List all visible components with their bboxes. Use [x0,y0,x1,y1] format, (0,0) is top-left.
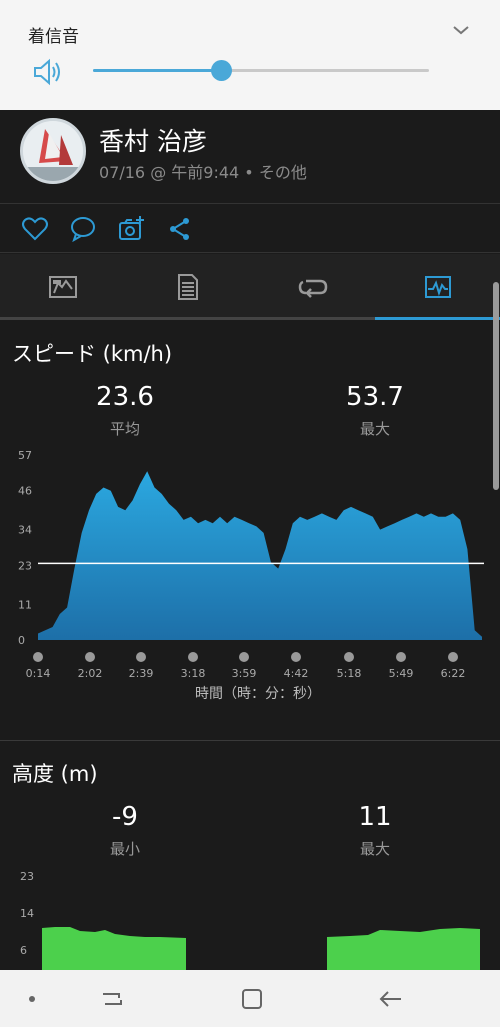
speed-x-tick-dot [448,652,458,662]
chevron-down-icon[interactable] [452,24,470,36]
altitude-min-label: 最小 [109,840,140,858]
tab-charts[interactable] [375,254,500,320]
details-icon [177,274,198,300]
altitude-area-1 [42,927,186,970]
speed-x-tick-label: 0:14 [26,667,51,680]
speed-x-tick-label: 2:39 [129,667,154,680]
chart-icon [424,276,451,298]
avatar[interactable] [20,118,86,184]
speed-x-tick-label: 5:18 [337,667,362,680]
chart-content[interactable]: スピード (km/h) 23.6 平均 53.7 最大 57 46 34 23 11 0 0… [0,320,500,970]
heart-icon[interactable] [21,215,49,243]
speed-chart[interactable]: 57 46 34 23 11 0 0:14 2:02 2:39 3:18 3:59 4:42 5:18 5… [0,445,500,705]
altitude-y-tick: 14 [20,907,34,920]
speed-x-axis-title: 時間（時：分：秒） [195,686,321,702]
speed-x-tick-dot [239,652,249,662]
section-divider [0,740,500,741]
speed-x-tick-label: 3:59 [232,667,257,680]
speed-y-tick: 57 [18,449,32,462]
speed-avg-value: 23.6 [96,382,154,412]
tab-bar [0,254,500,320]
windsurf-avatar-icon [23,121,83,181]
scrollbar[interactable] [493,282,499,490]
speed-x-tick-label: 6:22 [441,667,466,680]
recent-apps-icon[interactable] [97,984,127,1014]
speed-x-tick-dot [85,652,95,662]
speed-x-tick-dot [344,652,354,662]
user-name[interactable]: 香村 治彦 [99,122,207,158]
volume-fill [93,69,221,72]
speed-y-tick: 11 [18,598,32,611]
summary-icon [48,276,77,298]
volume-panel: 着信音 [0,0,500,110]
volume-title: 着信音 [28,27,79,47]
speed-x-tick-label: 5:49 [389,667,414,680]
activity-meta: 07/16 @ 午前9:44 • その他 [99,163,307,182]
speed-x-tick-dot [33,652,43,662]
tab-laps[interactable] [250,254,375,320]
speed-x-tick-label: 2:02 [78,667,103,680]
home-icon[interactable] [237,984,267,1014]
tab-summary[interactable] [0,254,125,320]
altitude-area-2 [327,928,480,970]
speed-x-tick-dot [291,652,301,662]
speed-x-tick-label: 4:42 [284,667,309,680]
speed-avg-label: 平均 [109,420,140,438]
altitude-chart[interactable]: 23 14 6 [0,865,500,970]
back-icon[interactable] [375,984,405,1014]
altitude-max-label: 最大 [359,840,390,858]
speed-y-tick: 23 [18,559,32,572]
add-photo-icon[interactable] [117,215,145,243]
altitude-y-tick: 6 [20,944,27,957]
speed-area [38,471,482,640]
speed-x-tick-label: 3:18 [181,667,206,680]
speed-x-tick-dot [136,652,146,662]
action-bar [0,205,500,253]
speed-section-title: スピード (km/h) [12,342,173,366]
activity-header: 香村 治彦 07/16 @ 午前9:44 • その他 [0,110,500,204]
speed-max-label: 最大 [359,420,390,438]
tab-details[interactable] [125,254,250,320]
altitude-section-title: 高度 (m) [12,762,98,786]
dot-icon[interactable] [17,984,47,1014]
speed-y-tick: 34 [18,524,32,537]
comment-icon[interactable] [69,215,97,243]
speed-max-value: 53.7 [346,382,404,412]
speed-x-tick-dot [188,652,198,662]
speaker-icon[interactable] [32,58,64,86]
volume-slider[interactable] [93,60,429,81]
altitude-min-value: -9 [112,802,138,832]
speed-x-tick-dot [396,652,406,662]
speed-y-tick: 0 [18,634,25,647]
share-icon[interactable] [166,215,194,243]
altitude-y-tick: 23 [20,870,34,883]
altitude-max-value: 11 [358,802,392,832]
laps-icon [298,279,327,298]
volume-thumb[interactable] [210,60,232,81]
system-nav-bar [0,970,500,1027]
speed-y-tick: 46 [18,485,32,498]
